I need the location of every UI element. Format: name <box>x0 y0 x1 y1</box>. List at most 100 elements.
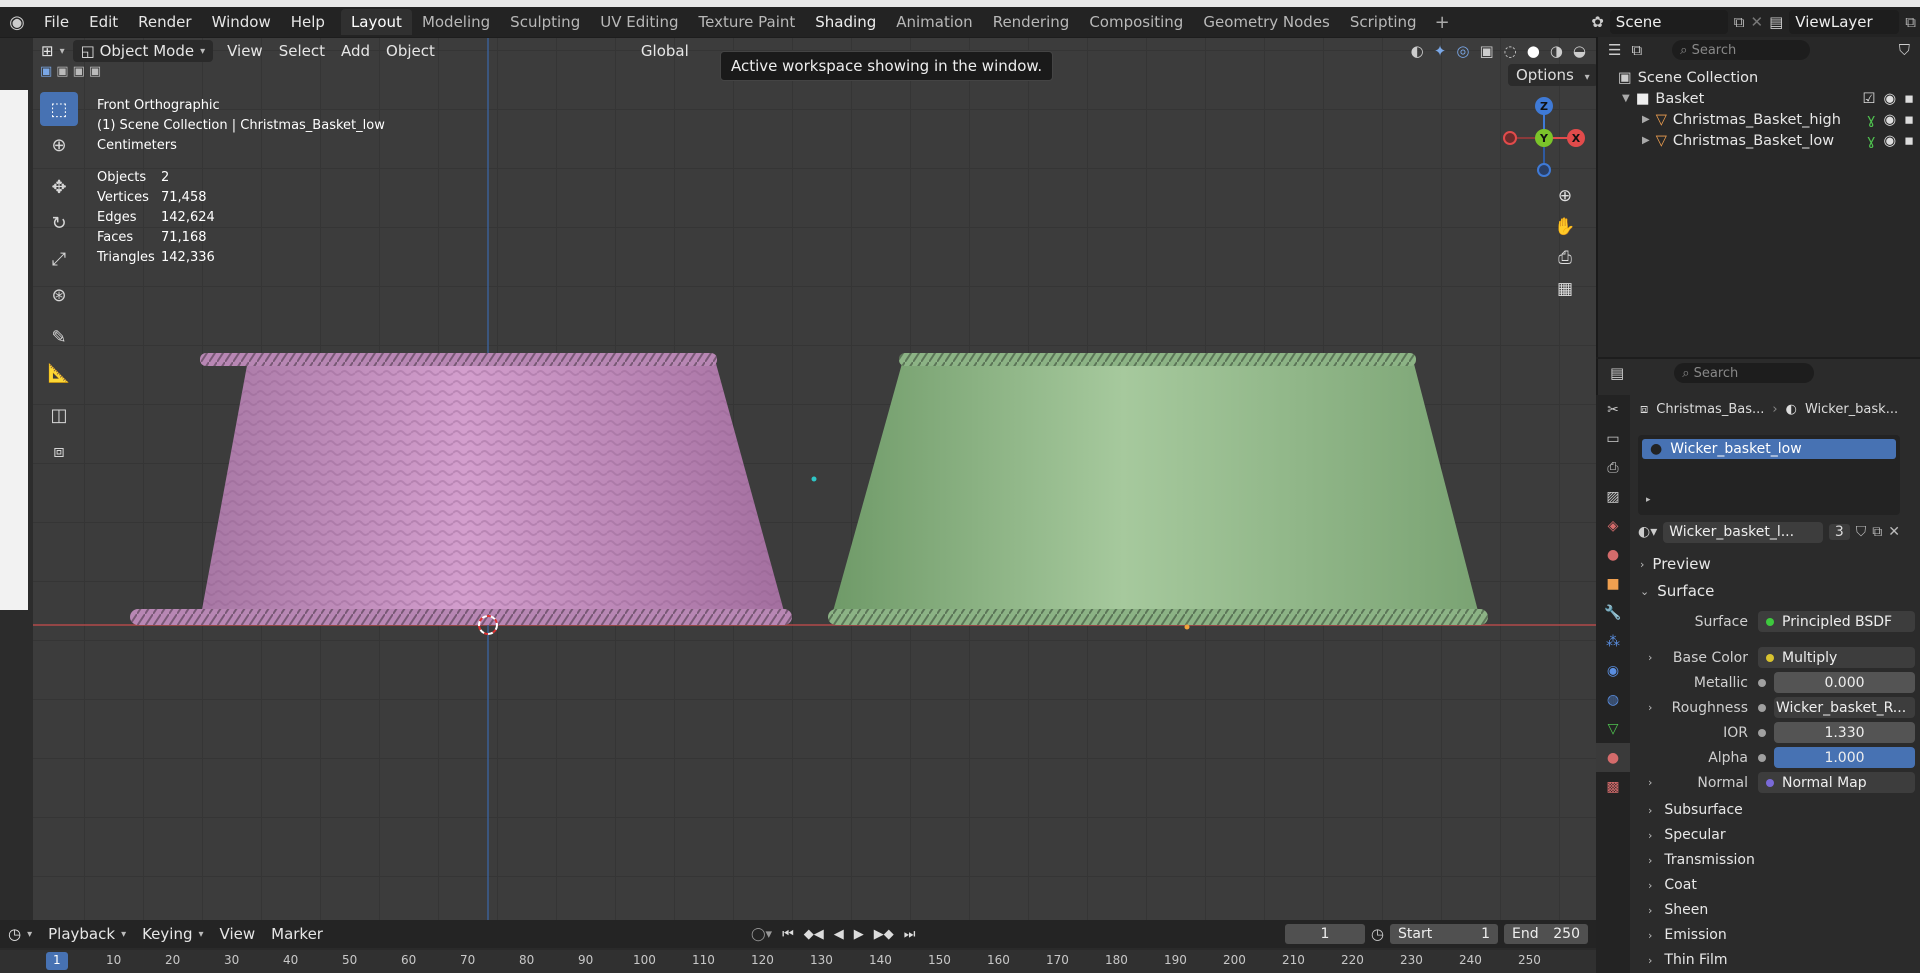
transform-tool-icon[interactable]: ⊛ <box>40 278 78 312</box>
pan-hand-icon[interactable]: ✋ <box>1550 213 1580 241</box>
fake-user-icon[interactable]: ⛉ <box>1856 524 1867 540</box>
material-name-field[interactable]: Wicker_basket_l... <box>1663 521 1823 543</box>
mode-selector[interactable]: ◱ Object Mode ▾ <box>72 40 214 62</box>
camera-view-icon[interactable]: ⎙ <box>1550 244 1580 272</box>
cursor-tool-icon[interactable]: ⊕ <box>40 128 78 162</box>
checkbox-icon[interactable]: ☑ <box>1863 91 1876 107</box>
scene-selector[interactable]: Scene <box>1609 10 1728 34</box>
expand-slot-icon[interactable]: ▸ <box>1646 495 1651 505</box>
object-tab-icon[interactable]: ■ <box>1596 569 1630 598</box>
gizmo-toggle-icon[interactable]: ✦ <box>1434 42 1447 60</box>
specular-subpanel[interactable]: › Specular <box>1640 823 1915 847</box>
visibility-icon[interactable]: ◐ <box>1411 42 1424 60</box>
play-reverse-icon[interactable]: ◀ <box>834 927 844 942</box>
unlink-material-icon[interactable]: ✕ <box>1888 524 1900 540</box>
timeline-editor-icon[interactable]: ◷ ▾ <box>0 923 40 945</box>
thin-film-subpanel[interactable]: › Thin Film <box>1640 948 1915 972</box>
timeline-ruler[interactable]: 1 10 20 30 40 50 60 70 80 90 100 110 120… <box>0 950 1596 973</box>
surface-shader-field[interactable]: Principled BSDF <box>1758 611 1915 632</box>
material-tab-icon[interactable]: ● <box>1596 743 1630 772</box>
viewport-menu-select[interactable]: Select <box>271 40 333 62</box>
expand-icon[interactable]: ▶ <box>1642 135 1650 146</box>
current-frame-field[interactable]: 1 <box>1284 924 1365 944</box>
next-keyframe-icon[interactable]: ▶◆ <box>874 927 894 942</box>
add-workspace-button[interactable]: + <box>1427 12 1458 33</box>
select-new-icon[interactable]: ▣ <box>40 64 52 79</box>
blender-logo-icon[interactable]: ◉ <box>0 7 34 37</box>
physics-tab-icon[interactable]: ◉ <box>1596 656 1630 685</box>
transmission-subpanel[interactable]: › Transmission <box>1640 848 1915 872</box>
preview-range-icon[interactable]: ◷ <box>1371 925 1384 943</box>
menu-edit[interactable]: Edit <box>79 7 128 37</box>
add-cube-tool-icon[interactable]: ◫ <box>40 398 78 432</box>
preview-panel-header[interactable]: › Preview <box>1640 552 1915 576</box>
copy-view-layer-icon[interactable]: ⧉ <box>1905 13 1916 31</box>
menu-help[interactable]: Help <box>281 7 335 37</box>
filter-icon[interactable]: ⛉ <box>1899 41 1910 59</box>
scale-tool-icon[interactable]: ⤢ <box>40 242 78 276</box>
gizmo-neg-x-axis[interactable] <box>1503 131 1517 145</box>
end-frame-field[interactable]: End 250 <box>1504 924 1588 944</box>
browse-material-icon[interactable]: ◐▾ <box>1638 524 1657 540</box>
surface-panel-header[interactable]: ⌄ Surface <box>1640 579 1915 603</box>
annotate-tool-icon[interactable]: ✎ <box>40 320 78 354</box>
transform-orientation[interactable]: Global <box>633 40 697 62</box>
expand-icon[interactable]: › <box>1648 651 1652 664</box>
base-color-field[interactable]: Multiply <box>1758 647 1915 668</box>
gizmo-neg-z-axis[interactable] <box>1537 163 1551 177</box>
select-intersect-icon[interactable]: ▣ <box>89 64 101 79</box>
outliner-search-input[interactable]: ⌕ Search <box>1672 40 1811 60</box>
expand-icon[interactable]: ▼ <box>1622 93 1630 104</box>
user-count[interactable]: 3 <box>1828 524 1850 540</box>
alpha-field[interactable]: 1.000 <box>1774 747 1915 768</box>
jump-end-icon[interactable]: ⏭ <box>904 927 916 942</box>
tab-shading[interactable]: Shading <box>805 9 886 35</box>
menu-window[interactable]: Window <box>202 7 281 37</box>
view-layer-tab-icon[interactable]: ▨ <box>1596 482 1630 511</box>
material-slot-item[interactable]: ● Wicker_basket_low <box>1642 439 1896 459</box>
camera-icon[interactable]: ▪ <box>1904 91 1914 107</box>
viewport-menu-object[interactable]: Object <box>378 40 443 62</box>
tab-scripting[interactable]: Scripting <box>1340 9 1427 35</box>
camera-icon[interactable]: ▪ <box>1904 112 1914 128</box>
select-extend-icon[interactable]: ▣ <box>56 64 68 79</box>
navigation-gizmo[interactable]: Z Y X <box>1490 94 1586 190</box>
emission-subpanel[interactable]: › Emission <box>1640 923 1915 947</box>
roughness-field[interactable]: Wicker_basket_R... <box>1774 697 1915 718</box>
playback-menu[interactable]: Playback ▾ <box>40 923 134 945</box>
copy-scene-icon[interactable]: ⧉ <box>1734 13 1745 31</box>
gizmo-y-axis[interactable]: Y <box>1535 129 1553 147</box>
options-button[interactable]: Options ▾ <box>1508 64 1598 86</box>
eye-icon[interactable]: ◉ <box>1884 91 1897 107</box>
outliner-collection-basket[interactable]: ▼ ■ Basket ☑ ◉ ▪ <box>1618 88 1920 109</box>
solid-shading-icon[interactable]: ● <box>1527 42 1540 60</box>
overlay-toggle-icon[interactable]: ◎ <box>1456 42 1469 60</box>
outliner-object-high[interactable]: ▶ ▽ Christmas_Basket_high ɣ ◉ ▪ <box>1618 109 1920 130</box>
viewport-menu-view[interactable]: View <box>219 40 271 62</box>
tab-animation[interactable]: Animation <box>886 9 982 35</box>
jump-start-icon[interactable]: ⏮ <box>782 927 794 942</box>
data-tab-icon[interactable]: ▽ <box>1596 714 1630 743</box>
select-subtract-icon[interactable]: ▣ <box>73 64 85 79</box>
tab-rendering[interactable]: Rendering <box>983 9 1080 35</box>
rendered-shading-icon[interactable]: ◒ <box>1573 42 1586 60</box>
keying-menu[interactable]: Keying ▾ <box>134 923 211 945</box>
viewport-menu-add[interactable]: Add <box>333 40 378 62</box>
output-tab-icon[interactable]: ⎙ <box>1596 453 1630 482</box>
basket-low-object[interactable] <box>828 353 1488 625</box>
render-tab-icon[interactable]: ▭ <box>1596 424 1630 453</box>
scene-tab-icon[interactable]: ◈ <box>1596 511 1630 540</box>
constraints-tab-icon[interactable]: ◍ <box>1596 685 1630 714</box>
duplicate-material-icon[interactable]: ⧉ <box>1872 524 1882 540</box>
play-icon[interactable]: ▶ <box>854 927 864 942</box>
timeline-view-menu[interactable]: View <box>212 923 264 945</box>
tool-tab-icon[interactable]: ✂ <box>1596 395 1630 424</box>
material-shading-icon[interactable]: ◑ <box>1550 42 1563 60</box>
gizmo-z-axis[interactable]: Z <box>1535 97 1553 115</box>
outliner-object-low[interactable]: ▶ ▽ Christmas_Basket_low ɣ ◉ ▪ <box>1618 130 1920 151</box>
outliner-scene-collection[interactable]: ▣ Scene Collection <box>1618 67 1920 88</box>
tab-layout[interactable]: Layout <box>340 9 412 35</box>
sheen-subpanel[interactable]: › Sheen <box>1640 898 1915 922</box>
view-layer-selector[interactable]: ViewLayer <box>1789 10 1900 34</box>
eye-icon[interactable]: ◉ <box>1884 133 1897 149</box>
